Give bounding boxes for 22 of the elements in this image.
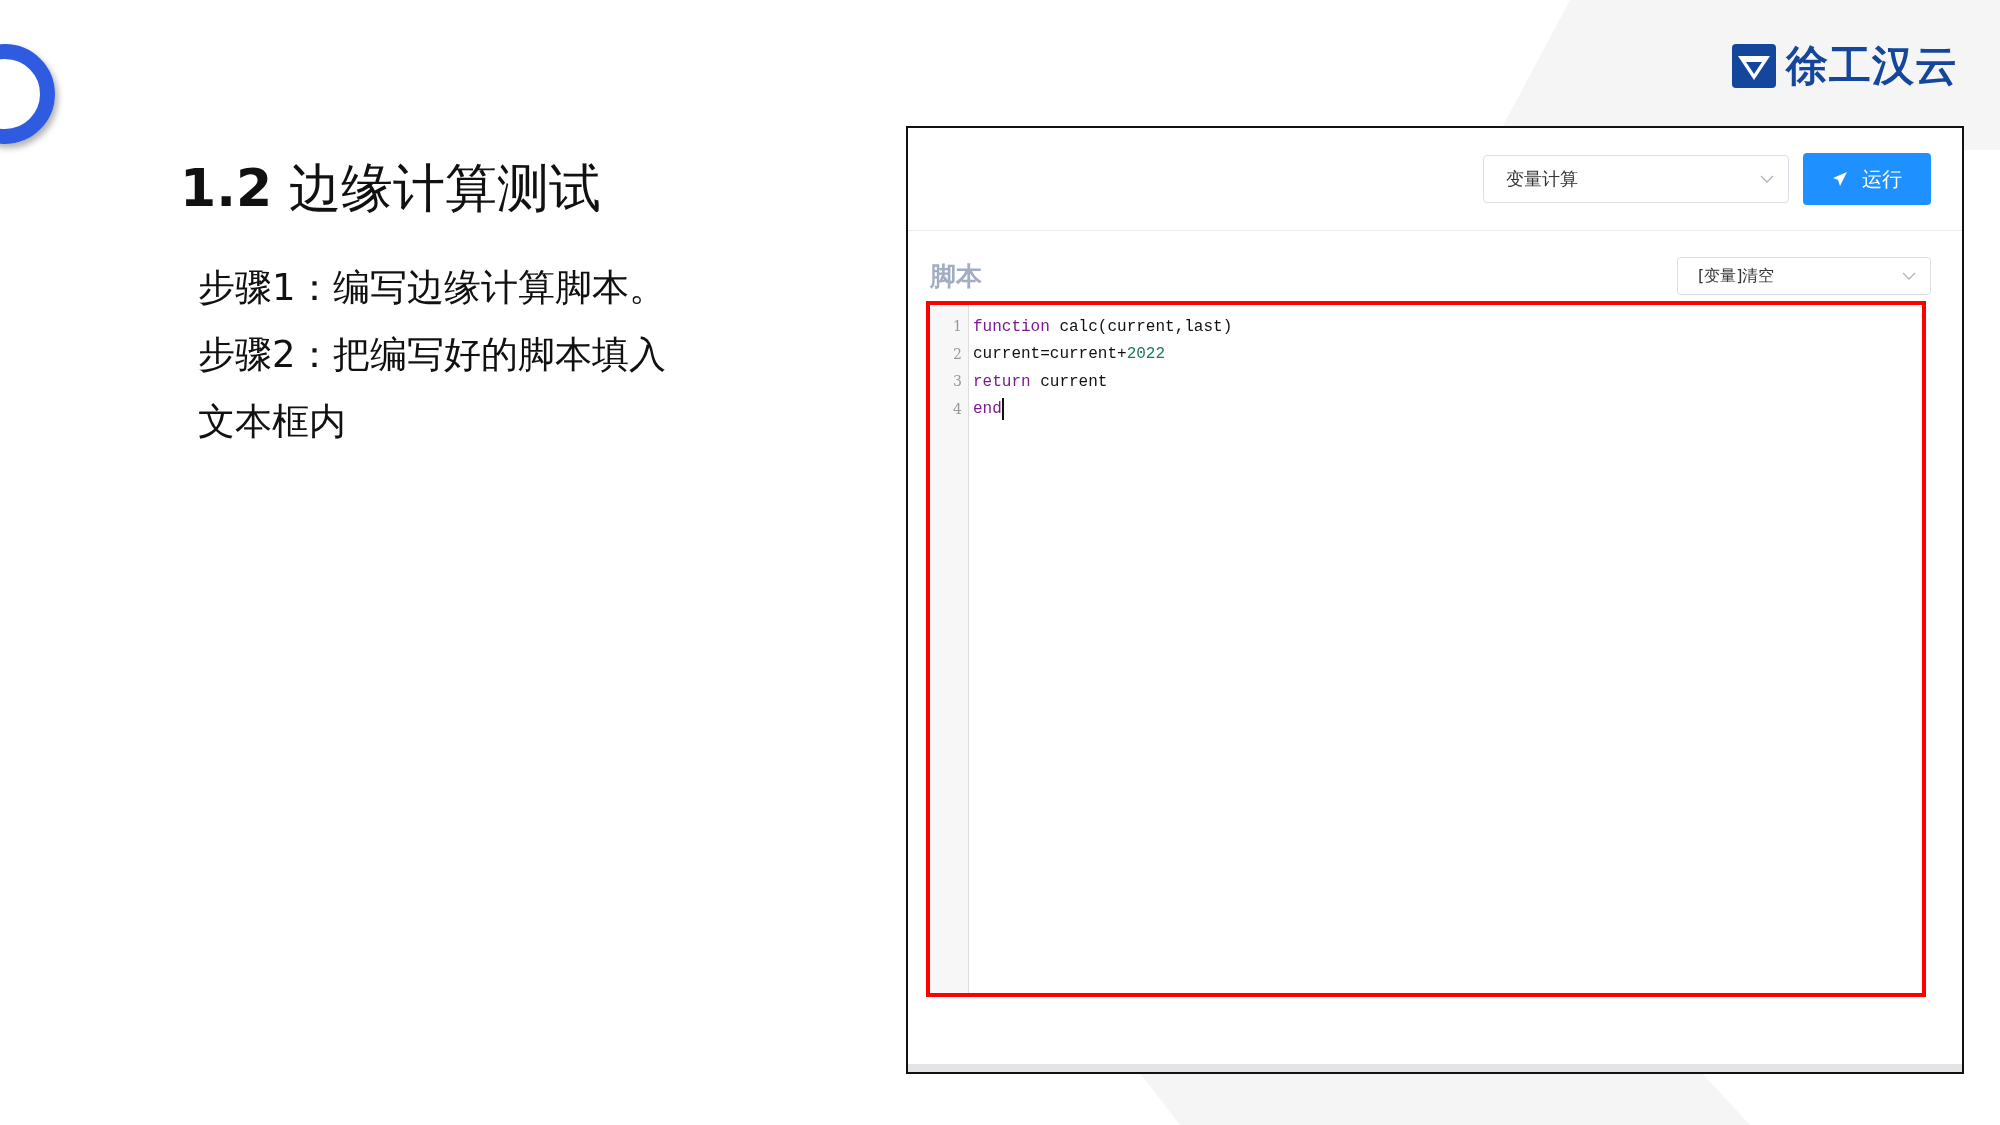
code-line: function calc(current,last) <box>973 317 1233 336</box>
paper-plane-icon <box>1832 171 1848 187</box>
code-line: end <box>973 400 1002 419</box>
code-editor[interactable]: 1 2 3 4 function calc(current,last) current=current+2022 return current end <box>926 301 1926 997</box>
horizontal-scrollbar[interactable] <box>908 1064 1962 1072</box>
line-number: 4 <box>953 399 963 419</box>
code-line: return current <box>973 372 1108 391</box>
logo-icon <box>1732 44 1776 88</box>
section-title: 脚本 <box>930 259 982 293</box>
step-text: 步骤2：把编写好的脚本填入 <box>198 332 667 378</box>
chevron-down-icon <box>1760 175 1774 183</box>
line-number: 1 <box>953 317 963 336</box>
step-text: 文本框内 <box>198 399 347 445</box>
slide-title: 1.2 边缘计算测试 <box>180 157 602 220</box>
line-number: 2 <box>953 344 963 364</box>
step-text: 步骤1：编写边缘计算脚本。 <box>198 265 667 311</box>
template-select[interactable]: [变量]清空 <box>1677 257 1931 295</box>
mode-select[interactable]: 变量计算 <box>1483 155 1789 203</box>
code-line: current=current+2022 <box>973 345 1166 364</box>
line-number: 3 <box>953 372 963 391</box>
chevron-down-icon <box>1902 272 1916 280</box>
logo-text: 徐工汉云 <box>1786 40 1958 92</box>
